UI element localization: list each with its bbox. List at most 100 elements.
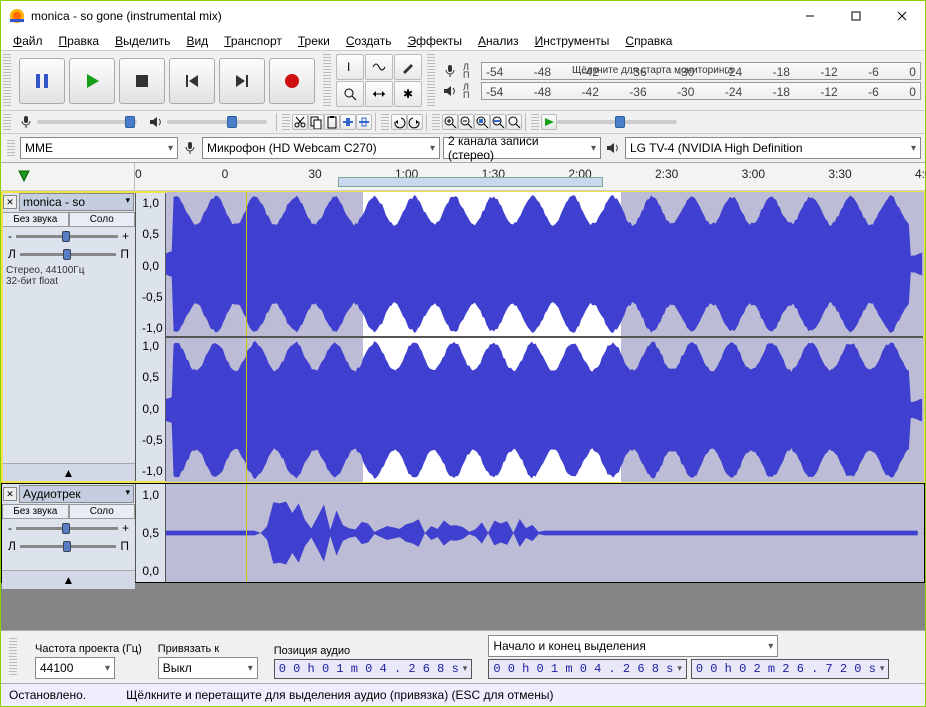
mic-icon[interactable]: [441, 64, 459, 78]
toolbar-grip[interactable]: [7, 140, 15, 156]
fit-selection-button[interactable]: [474, 114, 490, 130]
snap-label: Привязать к: [158, 643, 258, 655]
skip-end-button[interactable]: [219, 58, 265, 104]
mute-button[interactable]: Без звука: [2, 212, 69, 227]
draw-tool[interactable]: [394, 54, 422, 80]
tools-toolbar: I ✱: [333, 51, 425, 110]
zoom-toggle-button[interactable]: [506, 114, 522, 130]
menu-Справка[interactable]: Справка: [617, 32, 680, 50]
selection-start-value[interactable]: 0 0 h 0 1 m 0 4 . 2 6 8 s: [488, 659, 687, 679]
waveform[interactable]: [166, 484, 924, 582]
audio-position-label: Позиция аудио: [274, 645, 473, 657]
window-title: monica - so gone (instrumental mix): [31, 9, 787, 23]
track-gain-slider[interactable]: [16, 527, 118, 530]
track-pan-slider[interactable]: [20, 545, 117, 548]
toolbar-grip[interactable]: [282, 114, 290, 130]
timeline[interactable]: 00301:001:302:002:303:003:304:00: [1, 163, 925, 191]
zoom-out-button[interactable]: [458, 114, 474, 130]
project-rate-label: Частота проекта (Гц): [35, 643, 142, 655]
snap-select[interactable]: Выкл: [158, 657, 258, 679]
toolbar-grip[interactable]: [427, 54, 435, 107]
audio-host-select[interactable]: MME: [20, 137, 178, 159]
menu-Инструменты[interactable]: Инструменты: [527, 32, 618, 50]
menu-Создать[interactable]: Создать: [338, 32, 400, 50]
menu-Вид[interactable]: Вид: [178, 32, 216, 50]
project-rate-select[interactable]: 44100: [35, 657, 115, 679]
envelope-tool[interactable]: [365, 54, 393, 80]
audio-position-value[interactable]: 0 0 h 0 1 m 0 4 . 2 6 8 s: [274, 659, 473, 679]
paste-button[interactable]: [324, 114, 340, 130]
waveform[interactable]: [166, 192, 924, 336]
toolbar-grip[interactable]: [432, 114, 440, 130]
pause-button[interactable]: [19, 58, 65, 104]
track-name-dropdown[interactable]: Аудиотрек: [19, 485, 134, 503]
speaker-icon: [149, 115, 163, 129]
track-pan-slider[interactable]: [20, 253, 117, 256]
playback-speed-slider[interactable]: [557, 120, 677, 124]
track-format-info: [2, 555, 135, 570]
maximize-button[interactable]: [833, 1, 879, 31]
record-button[interactable]: [269, 58, 315, 104]
multi-tool[interactable]: ✱: [394, 81, 422, 107]
recording-meter[interactable]: -54-48-42-36-30-24-18-12-60 Щёлкните для…: [481, 62, 921, 80]
trim-button[interactable]: [340, 114, 356, 130]
waveform[interactable]: [166, 338, 924, 482]
selection-tool[interactable]: I: [336, 54, 364, 80]
track-control-panel: ✕ Аудиотрек Без звука Соло -+ ЛП ▲: [2, 484, 136, 582]
svg-text:I: I: [347, 60, 350, 74]
undo-button[interactable]: [391, 114, 407, 130]
track-gain-slider[interactable]: [16, 235, 118, 238]
menubar: ФайлПравкаВыделитьВидТранспортТрекиСозда…: [1, 31, 925, 51]
menu-Транспорт[interactable]: Транспорт: [216, 32, 290, 50]
speaker-icon[interactable]: [441, 84, 459, 98]
redo-button[interactable]: [407, 114, 423, 130]
toolbar-grip[interactable]: [9, 638, 17, 676]
menu-Выделить[interactable]: Выделить: [107, 32, 178, 50]
speaker-icon: [604, 141, 622, 155]
recording-device-select[interactable]: Микрофон (HD Webcam C270): [202, 137, 440, 159]
playhead-icon[interactable]: [17, 169, 31, 183]
recording-volume-slider[interactable]: [37, 120, 137, 124]
titlebar: monica - so gone (instrumental mix): [1, 1, 925, 31]
mute-button[interactable]: Без звука: [2, 504, 69, 519]
playback-volume: [143, 111, 273, 133]
play-button[interactable]: [69, 58, 115, 104]
toolbar-grip[interactable]: [381, 114, 389, 130]
timeshift-tool[interactable]: [365, 81, 393, 107]
play-at-speed-button[interactable]: [541, 114, 557, 130]
menu-Треки[interactable]: Треки: [290, 32, 338, 50]
toolbar-grip[interactable]: [531, 114, 539, 130]
menu-Анализ[interactable]: Анализ: [470, 32, 527, 50]
toolbar-grip[interactable]: [323, 54, 331, 107]
meter-lp-label: Л П: [463, 63, 477, 79]
stop-button[interactable]: [119, 58, 165, 104]
skip-start-button[interactable]: [169, 58, 215, 104]
toolbar-grip[interactable]: [3, 114, 11, 130]
minimize-button[interactable]: [787, 1, 833, 31]
track-collapse-button[interactable]: ▲: [2, 570, 135, 589]
close-button[interactable]: [879, 1, 925, 31]
solo-button[interactable]: Соло: [69, 504, 136, 519]
toolbar-grip[interactable]: [3, 54, 11, 107]
cut-button[interactable]: [292, 114, 308, 130]
silence-button[interactable]: [356, 114, 372, 130]
fit-project-button[interactable]: [490, 114, 506, 130]
selection-end-value[interactable]: 0 0 h 0 2 m 2 6 . 7 2 0 s: [691, 659, 890, 679]
menu-Эффекты[interactable]: Эффекты: [399, 32, 470, 50]
track-close-button[interactable]: ✕: [3, 195, 17, 209]
copy-button[interactable]: [308, 114, 324, 130]
zoom-in-button[interactable]: [442, 114, 458, 130]
app-logo-icon: [9, 8, 25, 24]
recording-channels-select[interactable]: 2 канала записи (стерео): [443, 137, 601, 159]
track-collapse-button[interactable]: ▲: [2, 463, 135, 482]
playback-device-select[interactable]: LG TV-4 (NVIDIA High Definition: [625, 137, 921, 159]
zoom-tool[interactable]: [336, 81, 364, 107]
selection-mode-select[interactable]: Начало и конец выделения: [488, 635, 778, 657]
track-name-dropdown[interactable]: monica - so: [19, 193, 134, 211]
menu-Правка[interactable]: Правка: [51, 32, 108, 50]
menu-Файл[interactable]: Файл: [5, 32, 51, 50]
playback-volume-slider[interactable]: [167, 120, 267, 124]
solo-button[interactable]: Соло: [69, 212, 136, 227]
playback-meter[interactable]: -54-48-42-36-30-24-18-12-60: [481, 82, 921, 100]
track-close-button[interactable]: ✕: [3, 487, 17, 501]
